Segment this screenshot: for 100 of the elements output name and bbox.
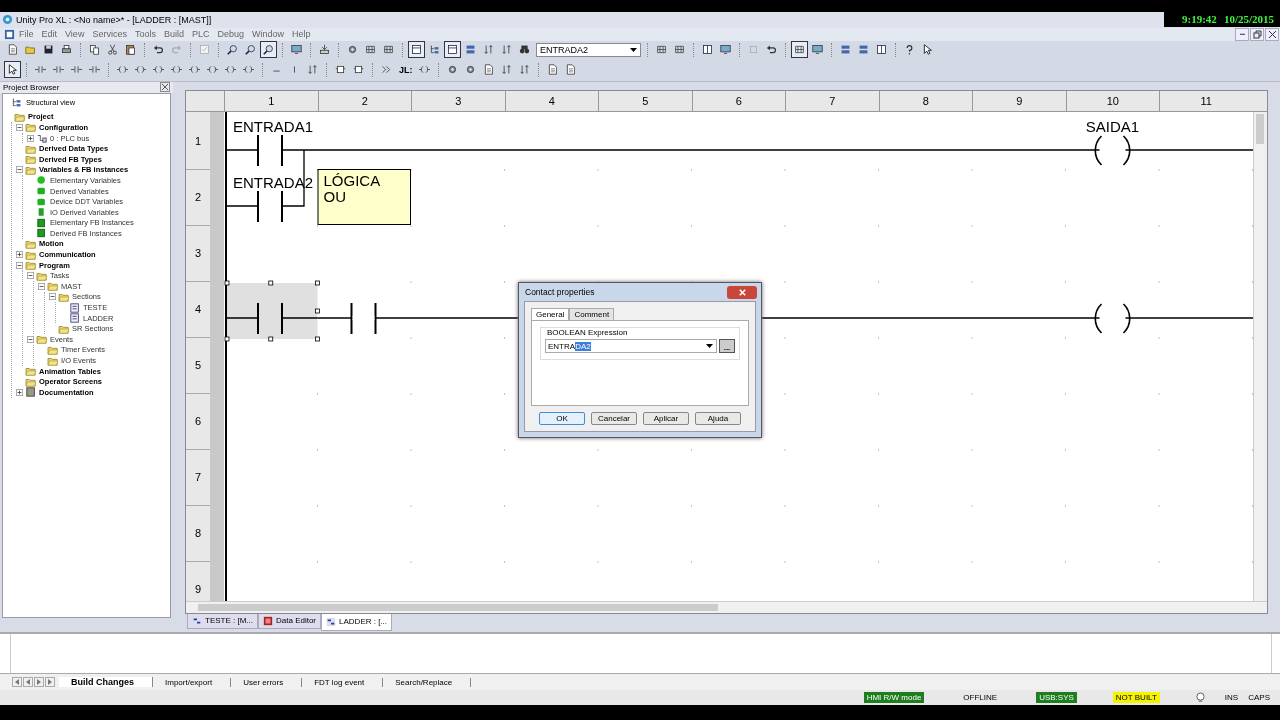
collapse-icon[interactable] xyxy=(38,282,45,290)
comment-box[interactable]: LÓGICA OU xyxy=(317,168,411,225)
dialog-button[interactable]: Ajuda xyxy=(695,412,741,425)
bus-icon xyxy=(36,133,48,144)
clock-time: 9:19:42 xyxy=(1182,12,1217,25)
vertical-scrollbar[interactable] xyxy=(1253,111,1267,601)
dialog-button[interactable]: OK xyxy=(539,412,585,425)
collapse-icon[interactable] xyxy=(49,293,56,301)
browse-button[interactable]: ... xyxy=(719,339,735,353)
caret-icon xyxy=(630,47,637,52)
binoculars-icon xyxy=(519,44,530,56)
document-icon xyxy=(482,64,494,76)
dialog-title: Contact properties xyxy=(525,287,595,297)
monitor-icon xyxy=(291,44,302,56)
column-header: 7 xyxy=(785,90,879,111)
menu-item[interactable]: PLC xyxy=(187,29,214,40)
previous-icon[interactable] xyxy=(12,677,22,688)
collapse-icon[interactable] xyxy=(27,272,34,280)
horizontal-scrollbar[interactable] xyxy=(186,600,1267,613)
next-icon[interactable] xyxy=(45,677,55,688)
contact[interactable] xyxy=(224,280,320,341)
collapse-icon[interactable] xyxy=(27,335,34,343)
folder-icon xyxy=(25,260,37,271)
menu-item[interactable]: Debug xyxy=(213,29,248,40)
dialog-button[interactable]: Cancelar xyxy=(591,412,637,425)
column-header: 6 xyxy=(691,90,785,111)
app-icon xyxy=(2,14,13,26)
window-icon xyxy=(411,44,422,56)
caret-icon xyxy=(706,344,713,348)
output-tab[interactable]: FDT log event xyxy=(302,677,384,687)
folder-icon xyxy=(25,44,36,56)
column-header: 3 xyxy=(411,90,505,111)
menu-item[interactable]: Help xyxy=(288,29,315,40)
status-field: NOT BUILT xyxy=(1112,692,1160,704)
dialog-tab[interactable]: General xyxy=(531,308,570,320)
toolbar-button[interactable] xyxy=(408,41,425,59)
expand-icon[interactable] xyxy=(27,134,34,142)
menu-item[interactable]: View xyxy=(61,29,89,40)
collapse-icon[interactable] xyxy=(16,166,23,174)
folder-icon xyxy=(25,143,37,154)
column-header: 1 xyxy=(224,90,318,111)
menu-item[interactable]: Window xyxy=(248,29,288,40)
cut-icon xyxy=(107,44,118,56)
jump-label-button[interactable]: JL: xyxy=(396,64,416,75)
menu-item[interactable]: Services xyxy=(88,29,131,40)
tree-icon xyxy=(429,44,440,56)
grid-icon xyxy=(365,44,376,56)
expression-field[interactable]: ENTRADA2 xyxy=(545,339,717,353)
expand-icon[interactable] xyxy=(16,251,23,259)
contact[interactable] xyxy=(350,302,377,334)
folder-icon xyxy=(36,334,48,345)
contact-icon xyxy=(71,64,82,76)
expand-icon[interactable] xyxy=(16,388,23,396)
output-tab[interactable]: Import/export xyxy=(153,677,232,687)
menu-item[interactable]: Build xyxy=(159,29,188,40)
dialog-tab[interactable]: Comment xyxy=(569,308,615,320)
collapse-icon[interactable] xyxy=(16,261,23,269)
document-icon[interactable] xyxy=(4,28,15,40)
gear-icon xyxy=(446,64,458,76)
close-button[interactable] xyxy=(160,82,170,93)
menu-item[interactable]: Tools xyxy=(130,29,160,40)
toolbar-button[interactable] xyxy=(260,41,277,59)
search-dropdown[interactable]: ENTRADA2 xyxy=(536,42,641,57)
gear-icon xyxy=(347,44,358,56)
menu-item[interactable]: Edit xyxy=(37,29,62,40)
section-icon xyxy=(69,313,81,324)
collapse-icon[interactable] xyxy=(16,123,23,131)
output-tab[interactable]: Build Changes xyxy=(59,677,153,688)
folder-icon xyxy=(47,281,59,292)
column-header: 11 xyxy=(1159,90,1253,111)
arrows-icon xyxy=(501,44,512,56)
menu-item[interactable]: File xyxy=(15,29,38,40)
book-icon xyxy=(263,615,273,626)
block-icon xyxy=(36,186,48,196)
folder-icon xyxy=(25,366,37,377)
folder-icon xyxy=(25,376,37,387)
bulb-icon xyxy=(1195,692,1205,704)
output-tab[interactable]: Search/Replace xyxy=(383,677,472,687)
document-icon xyxy=(564,64,576,76)
output-tab[interactable]: User errors xyxy=(231,677,303,687)
group-label: BOOLEAN Expression xyxy=(545,328,630,337)
columns-icon xyxy=(702,44,713,56)
toolbar-button[interactable] xyxy=(791,41,808,59)
pointer-icon xyxy=(922,44,933,56)
contact[interactable] xyxy=(257,134,283,166)
toolbar-button[interactable] xyxy=(444,41,461,59)
column-header: 5 xyxy=(598,90,692,111)
tree-icon xyxy=(11,97,22,109)
block-icon xyxy=(36,228,48,239)
close-icon xyxy=(737,287,747,297)
next-icon[interactable] xyxy=(34,677,44,688)
coil[interactable] xyxy=(1094,302,1131,334)
variable-label: SAIDA1 xyxy=(1085,117,1140,135)
previous-icon[interactable] xyxy=(23,677,33,688)
folder-icon xyxy=(25,164,37,175)
toolbar-button[interactable] xyxy=(4,61,21,79)
folder-icon xyxy=(25,249,37,260)
contact[interactable] xyxy=(257,190,283,222)
dialog-button[interactable]: Aplicar xyxy=(643,412,689,425)
coil[interactable] xyxy=(1094,134,1131,166)
